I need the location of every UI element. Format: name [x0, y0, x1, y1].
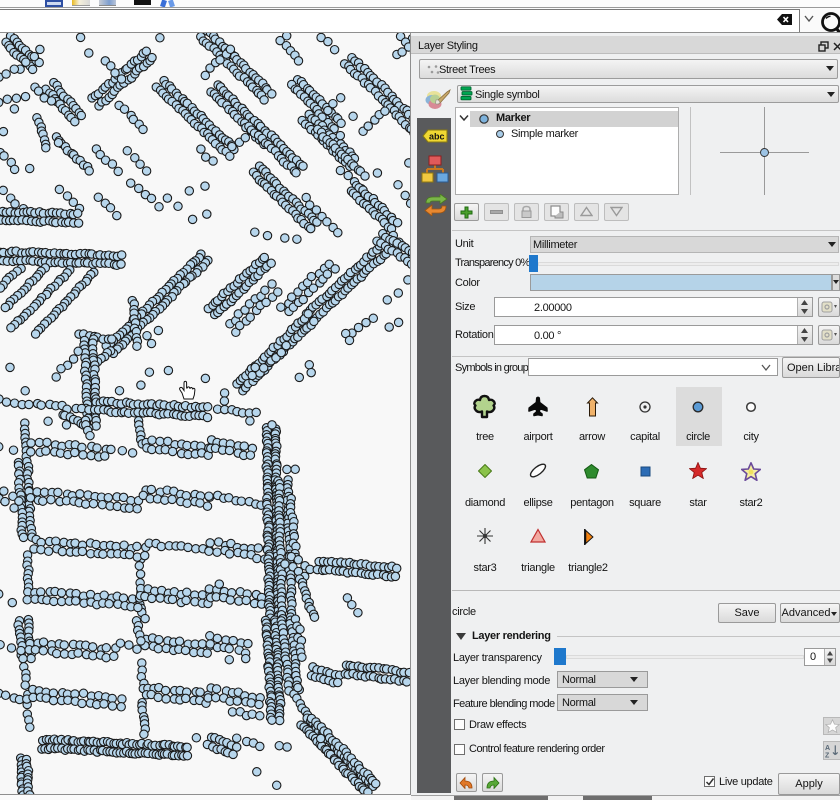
svg-text:A: A [825, 745, 830, 752]
svg-text:Z: Z [825, 753, 830, 759]
svg-text:abc: abc [429, 132, 445, 142]
